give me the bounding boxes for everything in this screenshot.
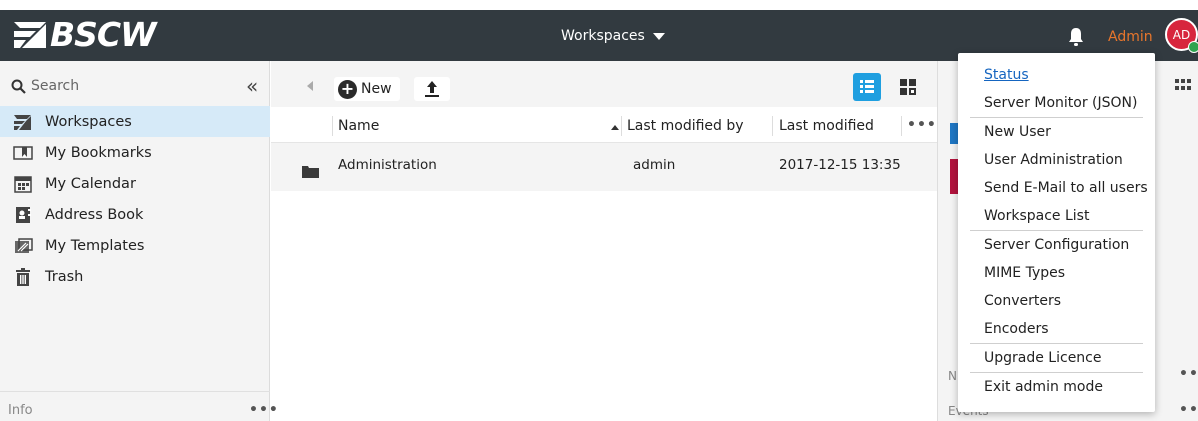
menu-item-send-email-all[interactable]: Send E-Mail to all users <box>984 180 1148 196</box>
column-options-button[interactable]: ••• <box>907 117 937 133</box>
sidebar-item-templates[interactable]: My Templates <box>0 230 270 261</box>
trash-icon <box>16 267 30 286</box>
sidebar-nav: Workspaces My Bookmarks My Calendar Addr… <box>0 106 270 292</box>
list-view-icon <box>860 80 874 93</box>
logo-mark-icon <box>14 22 46 48</box>
workspaces-menu-label: Workspaces <box>561 28 645 44</box>
online-status-icon <box>1188 41 1198 53</box>
menu-item-converters[interactable]: Converters <box>984 293 1061 309</box>
column-header-last-modified[interactable]: Last modified <box>779 118 874 134</box>
menu-item-workspace-list[interactable]: Workspace List <box>984 208 1089 224</box>
menu-item-upgrade-licence[interactable]: Upgrade Licence <box>984 350 1102 366</box>
panel-accent-crimson <box>950 159 958 194</box>
list-view-button[interactable] <box>853 73 881 101</box>
column-header-name[interactable]: Name <box>338 118 379 134</box>
plus-circle-icon: + <box>338 79 357 99</box>
grid-view-icon <box>900 79 916 95</box>
menu-item-server-monitor[interactable]: Server Monitor (JSON) <box>984 95 1137 111</box>
info-more-button[interactable]: ••• <box>249 402 279 418</box>
panel-section-label: N <box>948 369 957 383</box>
column-separator <box>332 116 333 136</box>
info-label: Info <box>8 403 33 418</box>
upload-button[interactable] <box>414 77 450 101</box>
menu-item-user-administration[interactable]: User Administration <box>984 152 1123 168</box>
sidebar-item-trash[interactable]: Trash <box>0 261 270 292</box>
sidebar-item-workspaces[interactable]: Workspaces <box>0 106 270 137</box>
column-separator <box>621 116 622 136</box>
apps-grid-icon[interactable] <box>1175 78 1193 92</box>
search-icon <box>11 79 26 94</box>
panel-section-more-button[interactable]: ••• <box>1179 366 1198 382</box>
menu-item-exit-admin-mode[interactable]: Exit admin mode <box>984 379 1103 395</box>
sidebar-item-label: Trash <box>45 268 84 285</box>
sidebar-item-bookmarks[interactable]: My Bookmarks <box>0 137 270 168</box>
upload-icon <box>425 81 439 97</box>
new-button-label: New <box>361 81 392 97</box>
logo-text: BSCW <box>50 15 157 54</box>
menu-separator <box>970 343 1143 344</box>
sidebar-item-label: My Templates <box>45 237 145 254</box>
panel-accent-blue <box>950 123 958 144</box>
menu-separator <box>970 230 1143 231</box>
sidebar: Search « Workspaces My Bookmarks My Cale… <box>0 61 278 421</box>
folder-icon <box>302 166 319 178</box>
sidebar-item-label: My Bookmarks <box>45 144 152 161</box>
menu-item-encoders[interactable]: Encoders <box>984 321 1049 337</box>
bookmarks-icon <box>13 145 33 160</box>
grid-view-button[interactable] <box>894 73 922 101</box>
admin-dropdown-menu: Status Server Monitor (JSON) New User Us… <box>958 53 1155 412</box>
row-last-modified: 2017-12-15 13:35 <box>779 157 901 173</box>
table-header: Name Last modified by Last modified ••• <box>271 107 937 143</box>
menu-item-status[interactable]: Status <box>984 67 1029 83</box>
sidebar-item-address-book[interactable]: Address Book <box>0 199 270 230</box>
back-arrow-icon[interactable] <box>307 81 313 91</box>
admin-menu-toggle[interactable]: Admin <box>1108 29 1153 45</box>
new-button[interactable]: + New <box>334 77 400 101</box>
table-row[interactable]: Administration admin 2017-12-15 13:35 <box>271 143 937 191</box>
events-more-button[interactable]: ••• <box>1179 402 1198 418</box>
column-separator <box>772 116 773 136</box>
templates-icon <box>15 237 33 253</box>
sidebar-item-label: Workspaces <box>45 113 132 130</box>
menu-item-server-configuration[interactable]: Server Configuration <box>984 237 1129 253</box>
row-name[interactable]: Administration <box>338 157 437 173</box>
row-last-modified-by: admin <box>633 157 676 173</box>
search-input[interactable]: Search <box>31 78 79 94</box>
collapse-sidebar-button[interactable]: « <box>246 76 268 98</box>
toolbar: + New <box>271 61 937 107</box>
menu-separator <box>970 372 1143 373</box>
sidebar-item-label: Address Book <box>45 206 144 223</box>
info-section[interactable]: Info ••• <box>0 391 278 421</box>
column-separator <box>901 116 902 136</box>
address-book-icon <box>16 206 31 223</box>
calendar-icon <box>14 175 32 193</box>
menu-item-mime-types[interactable]: MIME Types <box>984 265 1065 281</box>
menu-item-new-user[interactable]: New User <box>984 124 1051 140</box>
column-header-last-modified-by[interactable]: Last modified by <box>627 118 744 134</box>
sidebar-item-calendar[interactable]: My Calendar <box>0 168 270 199</box>
sidebar-item-label: My Calendar <box>45 175 136 192</box>
workspaces-menu[interactable]: Workspaces <box>561 28 665 44</box>
workspaces-icon <box>14 114 31 130</box>
caret-down-icon <box>652 32 665 40</box>
sort-ascending-icon[interactable] <box>611 125 619 130</box>
search-row[interactable]: Search « <box>0 75 270 99</box>
bscw-logo[interactable]: BSCW <box>12 15 157 54</box>
bell-icon[interactable] <box>1067 27 1085 47</box>
menu-separator <box>970 117 1143 118</box>
